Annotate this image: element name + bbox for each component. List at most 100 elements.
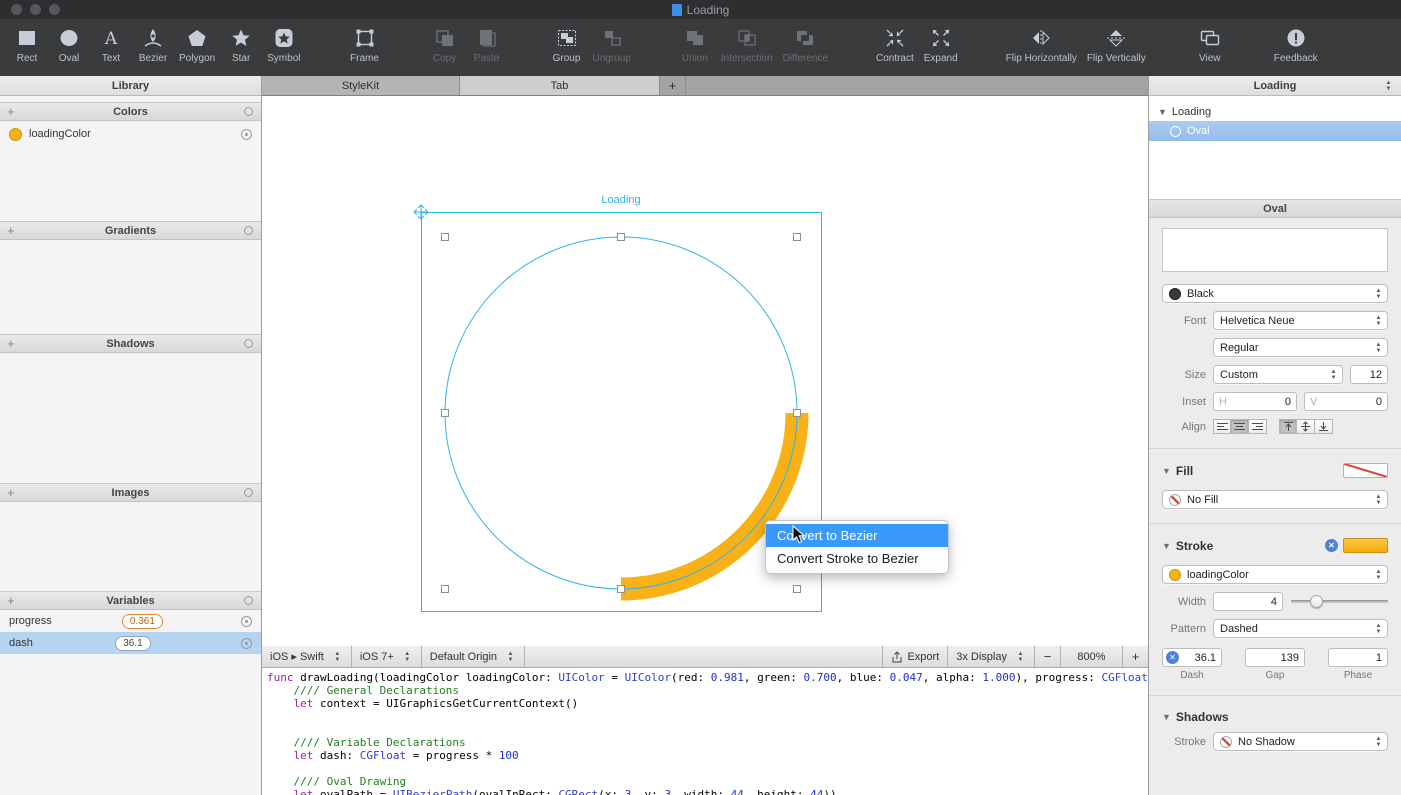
tree-row-group[interactable]: ▼ Loading [1149, 102, 1401, 121]
toolbar-item-star[interactable]: Star [220, 24, 262, 64]
tab-stylekit[interactable]: StyleKit [262, 76, 460, 95]
stroke-color-dropdown[interactable]: loadingColor [1162, 565, 1388, 584]
code-view[interactable]: func drawLoading(loadingColor loadingCol… [262, 668, 1148, 795]
fill-swatch[interactable] [1343, 463, 1388, 478]
stroke-pattern-dropdown[interactable]: Dashed [1213, 619, 1388, 638]
no-shadow-icon [1220, 736, 1232, 748]
menu-item-convert-stroke-to-bezier[interactable]: Convert Stroke to Bezier [766, 547, 948, 570]
align-top-button[interactable] [1279, 419, 1297, 434]
dropdown-arrows-icon [1373, 735, 1384, 748]
code-line [267, 762, 1148, 775]
colors-section-toggle-icon[interactable] [244, 107, 253, 116]
toolbar-item-feedback[interactable]: Feedback [1269, 24, 1323, 64]
zoom-in-button[interactable]: + [1122, 646, 1148, 667]
display-scale-dropdown[interactable]: 3x Display [947, 646, 1034, 667]
align-left-button[interactable] [1213, 419, 1231, 434]
disclosure-triangle-icon[interactable]: ▼ [1162, 541, 1171, 551]
toolbar-item-contract[interactable]: Contract [871, 24, 919, 64]
toolbar-item-expand[interactable]: Expand [919, 24, 963, 64]
variable-row-dash[interactable]: dash 36.1 [0, 632, 261, 654]
inset-h-field[interactable]: H 0 [1213, 392, 1297, 411]
fill-section-header[interactable]: ▼ Fill [1162, 463, 1388, 478]
stroke-section-header[interactable]: ▼ Stroke ✕ [1162, 538, 1388, 553]
toolbar-item-flip-v[interactable]: Flip Vertically [1082, 24, 1151, 64]
tree-row-oval[interactable]: Oval [1149, 121, 1401, 141]
toolbar-item-label: Flip Vertically [1087, 53, 1146, 64]
dash-variable-badge-icon[interactable]: ✕ [1166, 651, 1179, 664]
stroke-swatch[interactable] [1343, 538, 1388, 553]
images-section-title: Images [0, 487, 261, 499]
stroke-width-slider[interactable] [1291, 592, 1388, 611]
align-right-button[interactable] [1249, 419, 1267, 434]
dropdown-arrows-icon [332, 650, 343, 663]
toolbar-item-bezier[interactable]: Bezier [132, 24, 174, 64]
variable-target-icon[interactable] [241, 616, 252, 627]
shadows-section-toggle-icon[interactable] [244, 339, 253, 348]
sdk-dropdown[interactable]: iOS 7+ [352, 646, 422, 667]
images-section-toggle-icon[interactable] [244, 488, 253, 497]
frame-name-label[interactable]: Loading [521, 194, 721, 206]
toolbar-item-group[interactable]: Group [546, 24, 588, 64]
shadows-section-header[interactable]: ▼ Shadows [1162, 710, 1388, 724]
disclosure-triangle-icon[interactable]: ▼ [1162, 712, 1171, 722]
gradients-section-toggle-icon[interactable] [244, 226, 253, 235]
intersection-icon [736, 24, 758, 52]
toolbar-item-frame[interactable]: Frame [344, 24, 386, 64]
shape-stepper[interactable] [1382, 79, 1395, 93]
zoom-level[interactable]: 800% [1060, 646, 1122, 667]
toolbar-item-flip-h[interactable]: Flip Horizontally [1001, 24, 1082, 64]
add-variable-button[interactable]: + [7, 592, 15, 609]
dropdown-arrows-icon [1373, 493, 1384, 506]
add-shadow-button[interactable]: + [7, 335, 15, 352]
flip-v-icon [1105, 24, 1127, 52]
color-target-icon[interactable] [241, 129, 252, 140]
toolbar-item-view[interactable]: View [1189, 24, 1231, 64]
align-center-button[interactable] [1231, 419, 1249, 434]
toolbar-item-polygon[interactable]: Polygon [174, 24, 220, 64]
font-weight-dropdown[interactable]: Regular [1213, 338, 1388, 357]
add-gradient-button[interactable]: + [7, 222, 15, 239]
zoom-out-button[interactable]: − [1034, 646, 1060, 667]
size-value-field[interactable]: 12 [1350, 365, 1388, 384]
text-preview-box[interactable] [1162, 228, 1388, 272]
shadow-dropdown[interactable]: No Shadow [1213, 732, 1388, 751]
variable-target-icon[interactable] [241, 638, 252, 649]
tab-tab[interactable]: Tab [460, 76, 660, 95]
font-family-dropdown[interactable]: Helvetica Neue [1213, 311, 1388, 330]
align-middle-button[interactable] [1297, 419, 1315, 434]
export-button[interactable]: Export [882, 646, 947, 667]
add-color-button[interactable]: + [7, 103, 15, 120]
disclosure-triangle-icon[interactable]: ▼ [1158, 107, 1167, 117]
variable-row-progress[interactable]: progress 0.361 [0, 610, 261, 632]
toolbar-item-rect[interactable]: Rect [6, 24, 48, 64]
language-dropdown[interactable]: iOS ▸ Swift [262, 646, 352, 667]
copy-icon [434, 24, 456, 52]
inset-v-field[interactable]: V 0 [1304, 392, 1388, 411]
dash-field[interactable]: ✕ 36.1 [1162, 648, 1222, 667]
add-tab-button[interactable]: + [660, 76, 686, 95]
variable-value-badge[interactable]: 0.361 [122, 614, 163, 629]
stroke-width-field[interactable]: 4 [1213, 592, 1283, 611]
stroke-variable-badge-icon[interactable]: ✕ [1325, 539, 1338, 552]
color-list-item[interactable]: loadingColor [0, 121, 261, 147]
add-image-button[interactable]: + [7, 484, 15, 501]
phase-field[interactable]: 1 [1328, 648, 1388, 667]
bezier-icon [142, 24, 164, 52]
disclosure-triangle-icon[interactable]: ▼ [1162, 466, 1171, 476]
slider-knob[interactable] [1310, 595, 1323, 608]
fill-dropdown[interactable]: No Fill [1162, 490, 1388, 509]
origin-dropdown[interactable]: Default Origin [422, 646, 525, 667]
size-mode-dropdown[interactable]: Custom [1213, 365, 1343, 384]
canvas-drawing[interactable] [262, 96, 1148, 646]
toolbar-item-text[interactable]: AText [90, 24, 132, 64]
drawing-canvas[interactable]: Loading Convert to Bezier Convert Stroke… [262, 96, 1148, 646]
variable-value-badge[interactable]: 36.1 [115, 636, 150, 651]
align-bottom-button[interactable] [1315, 419, 1333, 434]
toolbar-item-symbol[interactable]: Symbol [262, 24, 305, 64]
variables-section-toggle-icon[interactable] [244, 596, 253, 605]
dash-gap-phase-labels: Dash Gap Phase [1162, 670, 1388, 681]
text-color-dropdown[interactable]: Black [1162, 284, 1388, 303]
toolbar-item-oval[interactable]: Oval [48, 24, 90, 64]
union-icon [684, 24, 706, 52]
gap-field[interactable]: 139 [1245, 648, 1305, 667]
